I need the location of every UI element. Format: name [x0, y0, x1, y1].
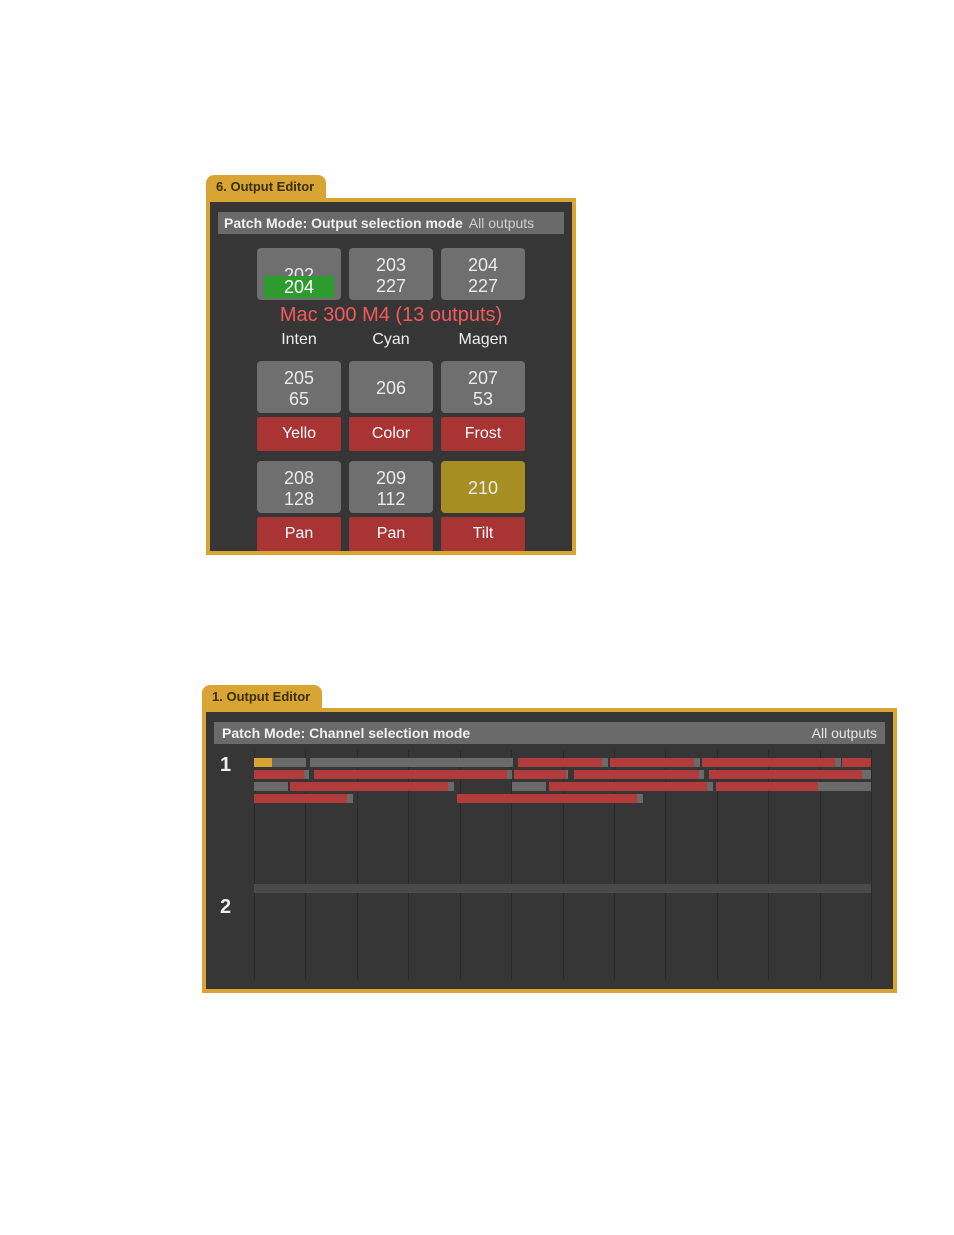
panel-tab[interactable]: 6. Output Editor	[206, 175, 326, 198]
attr-label: Magen	[441, 331, 525, 349]
channel-segment[interactable]	[272, 758, 306, 767]
output-value-badge: 204	[264, 276, 334, 298]
channel-strip-row	[254, 782, 885, 791]
output-channel: 204	[468, 255, 498, 276]
output-channel: 208	[284, 468, 314, 489]
output-editor-panel-1: 1. Output Editor Patch Mode: Channel sel…	[202, 685, 897, 993]
channel-segment[interactable]	[602, 758, 608, 767]
output-cell[interactable]: 207 53	[441, 361, 525, 413]
mode-label: Patch Mode: Channel selection mode	[222, 725, 470, 741]
channel-segment[interactable]	[694, 758, 700, 767]
attr-band[interactable]: Frost	[441, 417, 525, 451]
channel-segment[interactable]	[448, 782, 454, 791]
output-cell[interactable]: 205 65	[257, 361, 341, 413]
channel-segment[interactable]	[709, 770, 862, 779]
attr-label: Cyan	[349, 331, 433, 349]
panel-body: Patch Mode: Output selection mode All ou…	[206, 198, 576, 555]
channel-segment[interactable]	[574, 770, 699, 779]
panel-body: Patch Mode: Channel selection mode All o…	[202, 708, 897, 993]
output-cell[interactable]: 206	[349, 361, 433, 413]
panel-tab[interactable]: 1. Output Editor	[202, 685, 322, 708]
channel-segment[interactable]	[518, 758, 602, 767]
output-cell[interactable]: 203 227	[349, 248, 433, 300]
channel-segment[interactable]	[254, 794, 347, 803]
output-value: 227	[376, 276, 406, 297]
channel-segment[interactable]	[310, 758, 513, 767]
output-cell[interactable]: 208 128	[257, 461, 341, 513]
attr-band[interactable]: Tilt	[441, 517, 525, 551]
channel-segment[interactable]	[702, 758, 835, 767]
channel-segment[interactable]	[254, 770, 304, 779]
channel-segment[interactable]	[637, 794, 643, 803]
row-number: 1	[220, 754, 231, 777]
channel-segment[interactable]	[304, 770, 309, 779]
attr-band[interactable]: Yello	[257, 417, 341, 451]
attr-label: Inten	[257, 331, 341, 349]
output-cell[interactable]: 202 204	[257, 248, 341, 300]
output-editor-panel-6: 6. Output Editor Patch Mode: Output sele…	[206, 175, 576, 555]
attr-band-row: Pan Pan Tilt	[214, 517, 568, 551]
attr-label-row: Inten Cyan Magen	[214, 331, 568, 349]
channel-segment[interactable]	[716, 782, 818, 791]
attr-band[interactable]: Color	[349, 417, 433, 451]
output-cell[interactable]: 204 227	[441, 248, 525, 300]
output-value: 128	[284, 489, 314, 510]
channel-segment[interactable]	[699, 770, 704, 779]
channel-segment[interactable]	[290, 782, 448, 791]
channel-segment[interactable]	[314, 770, 507, 779]
mode-bar[interactable]: Patch Mode: Channel selection mode All o…	[214, 722, 885, 744]
channel-segment[interactable]	[707, 782, 713, 791]
cell-row: 202 204 203 227 204 227	[214, 248, 568, 300]
attr-band[interactable]: Pan	[349, 517, 433, 551]
output-channel: 207	[468, 368, 498, 389]
channel-segment[interactable]	[457, 794, 637, 803]
mode-bar[interactable]: Patch Mode: Output selection mode All ou…	[218, 212, 564, 234]
channel-segment[interactable]	[835, 758, 841, 767]
attr-band-row: Yello Color Frost	[214, 417, 568, 451]
output-channel: 205	[284, 368, 314, 389]
attr-band[interactable]: Pan	[257, 517, 341, 551]
channel-strip-row	[254, 758, 885, 767]
mode-filter: All outputs	[812, 725, 877, 741]
channel-strip-row	[254, 770, 885, 779]
channel-strip-row	[254, 794, 885, 803]
channel-segment[interactable]	[818, 782, 871, 791]
channel-segment[interactable]	[254, 758, 272, 767]
output-channel: 206	[376, 378, 406, 399]
output-cell[interactable]: 209 112	[349, 461, 433, 513]
output-channel: 209	[376, 468, 406, 489]
channel-segment[interactable]	[610, 758, 694, 767]
cell-row: 208 128 209 112 210	[214, 461, 568, 513]
channel-strip-row	[254, 884, 885, 893]
channel-segment[interactable]	[507, 770, 512, 779]
output-value: 227	[468, 276, 498, 297]
row-number: 2	[220, 896, 231, 919]
channel-segment[interactable]	[512, 782, 546, 791]
channel-segment[interactable]	[254, 782, 288, 791]
output-channel: 210	[468, 478, 498, 499]
output-cells: 202 204 203 227 204 227 Mac 300 M4 (13 o…	[210, 242, 572, 551]
mode-filter: All outputs	[469, 215, 534, 231]
channel-segment[interactable]	[549, 782, 707, 791]
mode-label: Patch Mode: Output selection mode	[224, 215, 463, 231]
output-cell-selected[interactable]: 210	[441, 461, 525, 513]
cell-row: 205 65 206 207 53	[214, 361, 568, 413]
channel-segment[interactable]	[347, 794, 353, 803]
output-value: 53	[473, 389, 493, 410]
channel-segment[interactable]	[254, 884, 871, 893]
channel-grid[interactable]: 1 2	[214, 750, 885, 980]
output-channel: 203	[376, 255, 406, 276]
channel-segment[interactable]	[514, 770, 566, 779]
output-value: 112	[377, 489, 406, 510]
channel-segment[interactable]	[566, 770, 568, 779]
channel-segment[interactable]	[862, 770, 871, 779]
channel-segment[interactable]	[842, 758, 871, 767]
output-value: 65	[289, 389, 309, 410]
device-label: Mac 300 M4 (13 outputs)	[214, 304, 568, 327]
